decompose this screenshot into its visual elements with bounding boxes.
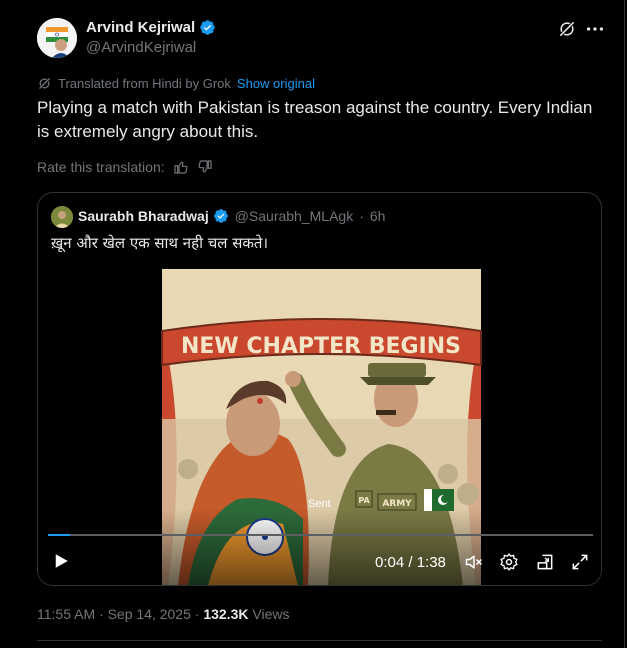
author-handle[interactable]: @ArvindKejriwal: [86, 39, 196, 56]
tweet-detail: Arvind Kejriwal @ArvindKejriwal Translat…: [0, 0, 625, 648]
army-patch-text: ARMY: [382, 499, 412, 509]
translation-notice-text: Translated from Hindi by Grok: [58, 76, 231, 91]
tweet-meta: 11:55 AM · Sep 14, 2025 · 132.3K Views: [37, 606, 289, 622]
verified-badge-icon: [213, 209, 228, 223]
quoted-separator: ·: [359, 208, 364, 224]
quoted-header: Saurabh Bharadwaj @Saurabh_MLAgk · 6h: [78, 208, 385, 224]
verified-badge-icon: [200, 20, 215, 35]
video-progress-bar[interactable]: [48, 534, 593, 536]
author-avatar[interactable]: [37, 18, 77, 58]
author-name-row: Arvind Kejriwal: [86, 19, 216, 36]
banner-text: NEW CHAPTER BEGINS: [181, 334, 461, 359]
rate-translation-label: Rate this translation:: [37, 159, 165, 175]
video-time: 0:04 / 1:38: [375, 554, 446, 571]
author-name[interactable]: Arvind Kejriwal: [86, 19, 195, 36]
tweet-time[interactable]: 11:55 AM: [37, 606, 95, 622]
video-progress-fill: [48, 534, 70, 536]
show-original-link[interactable]: Show original: [237, 76, 315, 91]
pa-patch-text: PA: [358, 496, 370, 505]
quoted-author-avatar[interactable]: [51, 206, 73, 228]
divider: [37, 640, 602, 641]
views-count: 132.3K: [203, 606, 249, 622]
quoted-age[interactable]: 6h: [370, 208, 386, 224]
quoted-author-handle[interactable]: @Saurabh_MLAgk: [235, 208, 354, 224]
video-frame: NEW CHAPTER BEGINS ARMY PA: [38, 269, 601, 585]
translation-notice: Translated from Hindi by Grok Show origi…: [37, 76, 315, 91]
views-label: Views: [252, 606, 290, 622]
picture-in-picture-icon[interactable]: [535, 552, 555, 572]
quoted-tweet[interactable]: Saurabh Bharadwaj @Saurabh_MLAgk · 6h ख़…: [37, 192, 602, 586]
quoted-text: ख़ून और खेल एक साथ नही चल सकते।: [51, 234, 269, 252]
fullscreen-icon[interactable]: [570, 552, 590, 572]
play-icon[interactable]: [52, 552, 70, 570]
settings-gear-icon[interactable]: [499, 552, 519, 572]
tweet-date[interactable]: Sep 14, 2025: [108, 606, 191, 622]
video-caption: Sent: [308, 498, 331, 510]
thumbs-down-icon[interactable]: [197, 159, 213, 175]
more-options-icon[interactable]: [584, 18, 606, 40]
tweet-text: Playing a match with Pakistan is treason…: [37, 98, 593, 141]
grok-small-icon: [39, 78, 50, 89]
rate-translation: Rate this translation:: [37, 159, 213, 175]
grok-icon[interactable]: [557, 19, 577, 39]
video-player[interactable]: NEW CHAPTER BEGINS ARMY PA Sent 0:04 / 1…: [38, 269, 601, 585]
quoted-author-name[interactable]: Saurabh Bharadwaj: [78, 208, 209, 224]
thumbs-up-icon[interactable]: [173, 159, 189, 175]
volume-muted-icon[interactable]: [464, 552, 484, 572]
meta-separator: ·: [99, 606, 104, 622]
meta-separator: ·: [194, 606, 200, 622]
